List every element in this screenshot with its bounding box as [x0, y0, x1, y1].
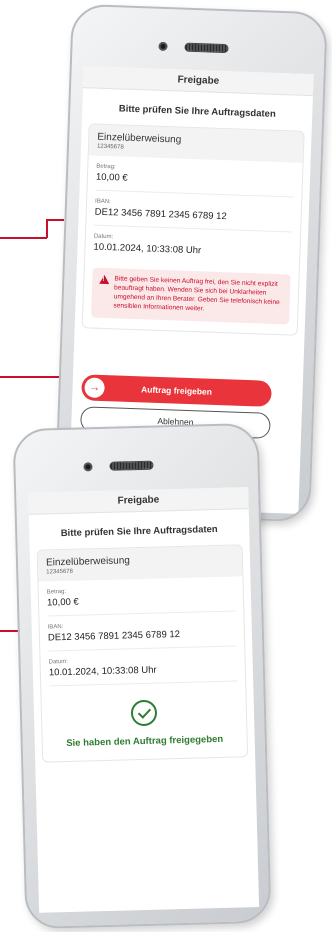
iban-field: IBAN: DE12 3456 7891 2345 6789 12: [47, 611, 237, 652]
date-field: Datum: 10.01.2024, 10:33:08 Uhr: [48, 646, 238, 687]
page-title: Freigabe: [83, 66, 314, 97]
review-instruction: Bitte prüfen Sie Ihre Auftragsdaten: [118, 103, 276, 120]
order-details-card: Einzelüberweisung 12345678 Betrag: 10,00…: [36, 544, 249, 763]
front-camera: [158, 41, 168, 52]
approve-button-label: Auftrag freigeben: [140, 384, 213, 397]
arrow-right-icon: →: [84, 377, 105, 399]
speaker-grille: [184, 42, 229, 54]
date-field: Datum: 10.01.2024, 10:33:08 Uhr: [93, 226, 292, 267]
security-warning: Bitte geben Sie keinen Auftrag frei, den…: [91, 267, 291, 325]
date-value: 10.01.2024, 10:33:08 Uhr: [48, 664, 157, 679]
review-instruction: Bitte prüfen Sie Ihre Auftragsdaten: [60, 523, 218, 540]
approve-order-button[interactable]: → Auftrag freigeben: [81, 374, 272, 407]
warning-text: Bitte geben Sie keinen Auftrag frei, den…: [113, 275, 280, 313]
checkmark-circle-icon: [130, 699, 158, 727]
leader-line-iban: [0, 237, 47, 239]
iban-value: DE12 3456 7891 2345 6789 12: [47, 628, 181, 644]
success-panel: Sie haben den Auftrag freigegeben: [41, 681, 247, 761]
confirmation-screen: Freigabe Bitte prüfen Sie Ihre Auftragsd…: [28, 487, 260, 913]
speaker-grille: [109, 460, 154, 471]
amount-field: Betrag: 10,00 €: [46, 576, 236, 617]
leader-line-approve: [0, 376, 66, 378]
warning-triangle-icon: [99, 274, 110, 285]
page-title: Freigabe: [28, 487, 249, 515]
leader-line-iban-vertical: [46, 219, 48, 238]
amount-value: 10,00 €: [46, 596, 79, 609]
phone-mockup-confirmation: Freigabe Bitte prüfen Sie Ihre Auftragsd…: [12, 422, 272, 930]
leader-line-iban-top: [46, 219, 64, 221]
order-details-card: Einzelüberweisung 12345678 Betrag: 10,00…: [81, 123, 305, 336]
success-message: Sie haben den Auftrag freigegeben: [66, 733, 224, 750]
front-camera: [83, 462, 93, 472]
